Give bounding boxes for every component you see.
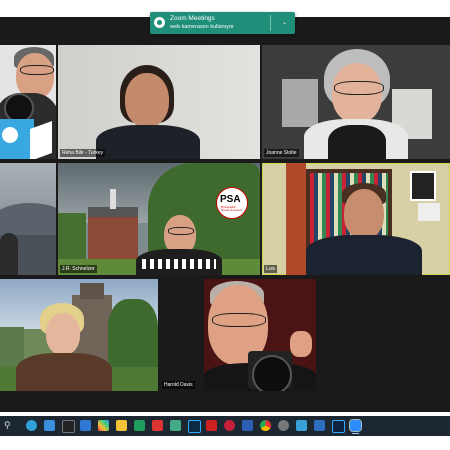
cupola (110, 189, 116, 209)
video-tile[interactable] (0, 163, 56, 275)
face (125, 73, 169, 127)
participant-name: Reha Bilir - Turkey (60, 149, 106, 157)
wall-picture (410, 171, 436, 201)
mansion (88, 215, 138, 259)
notification-divider (270, 15, 271, 31)
sheets-icon[interactable] (134, 420, 145, 431)
photos-icon[interactable] (98, 420, 109, 431)
shirt (306, 235, 422, 275)
game-icon[interactable] (224, 420, 235, 431)
video-tile[interactable] (0, 279, 158, 391)
wall-picture (418, 203, 440, 221)
sweater (328, 125, 386, 159)
notification-title: Zoom Meetings (170, 15, 215, 22)
psa-logo-text: PSA (220, 194, 241, 205)
glasses (212, 313, 266, 327)
jacket (16, 353, 112, 391)
settings-icon[interactable] (278, 420, 289, 431)
zoom-icon[interactable] (349, 419, 362, 434)
active-indicator (352, 433, 359, 434)
church-tower (80, 283, 104, 299)
glasses (20, 65, 54, 75)
psa-logo: PSA Photographic Society of America (216, 187, 248, 219)
vpn-icon[interactable] (296, 420, 307, 431)
mail-icon[interactable] (80, 420, 91, 431)
video-tile[interactable] (0, 45, 56, 159)
word-icon[interactable] (242, 420, 253, 431)
acrobat-icon[interactable] (206, 420, 217, 431)
zoom-icon (154, 17, 165, 28)
zoom-notification[interactable]: Zoom Meetings web kamerasını kullanıyor … (150, 12, 295, 34)
chevron-down-icon[interactable]: ⌄ (282, 19, 287, 26)
participant-name: J.R. Schnelzer (60, 265, 97, 273)
logo-badge (2, 127, 18, 143)
shirt (96, 125, 200, 159)
pdf-icon[interactable] (152, 420, 163, 431)
search-icon[interactable]: ⚲ (4, 420, 15, 431)
video-tile[interactable]: Harold Davis (160, 279, 362, 391)
video-tile[interactable]: Joanne Stolte (262, 45, 450, 159)
participant-name: Harold Davis (162, 381, 195, 389)
background-graphic (30, 120, 52, 159)
store-icon[interactable] (44, 420, 55, 431)
camera-icon[interactable] (170, 420, 181, 431)
photoshop-icon[interactable] (332, 420, 345, 433)
participant-name: Joanne Stolte (264, 149, 299, 157)
wallet-icon[interactable] (314, 420, 325, 431)
red-wall-panel (286, 163, 306, 275)
explorer-icon[interactable] (116, 420, 127, 431)
participant-name: Luis (264, 265, 278, 273)
chrome-icon[interactable] (260, 420, 271, 431)
psa-logo-subtext: Photographic Society of America (221, 206, 242, 212)
face (46, 313, 80, 355)
person-silhouette (0, 233, 18, 275)
hand (290, 331, 312, 357)
zoom-gallery-view: Reha Bilir - Turkey Joanne Stolte PSA Ph… (0, 17, 450, 412)
glasses (168, 227, 194, 235)
notification-message: web kamerasını kullanıyor (170, 24, 234, 30)
face (344, 189, 384, 239)
windows-taskbar: ⚲ (0, 416, 450, 436)
sweater-pattern (142, 259, 216, 269)
camera-lens (252, 355, 292, 391)
trees (108, 299, 158, 369)
lightroom-icon[interactable] (188, 420, 201, 433)
video-tile[interactable]: PSA Photographic Society of America J.R.… (58, 163, 260, 275)
glasses (334, 81, 384, 95)
terminal-icon[interactable] (62, 420, 75, 433)
video-tile[interactable]: Reha Bilir - Turkey (58, 45, 260, 159)
edge-icon[interactable] (26, 420, 37, 431)
video-tile-active-speaker[interactable]: Luis (262, 163, 450, 275)
window (282, 79, 318, 127)
